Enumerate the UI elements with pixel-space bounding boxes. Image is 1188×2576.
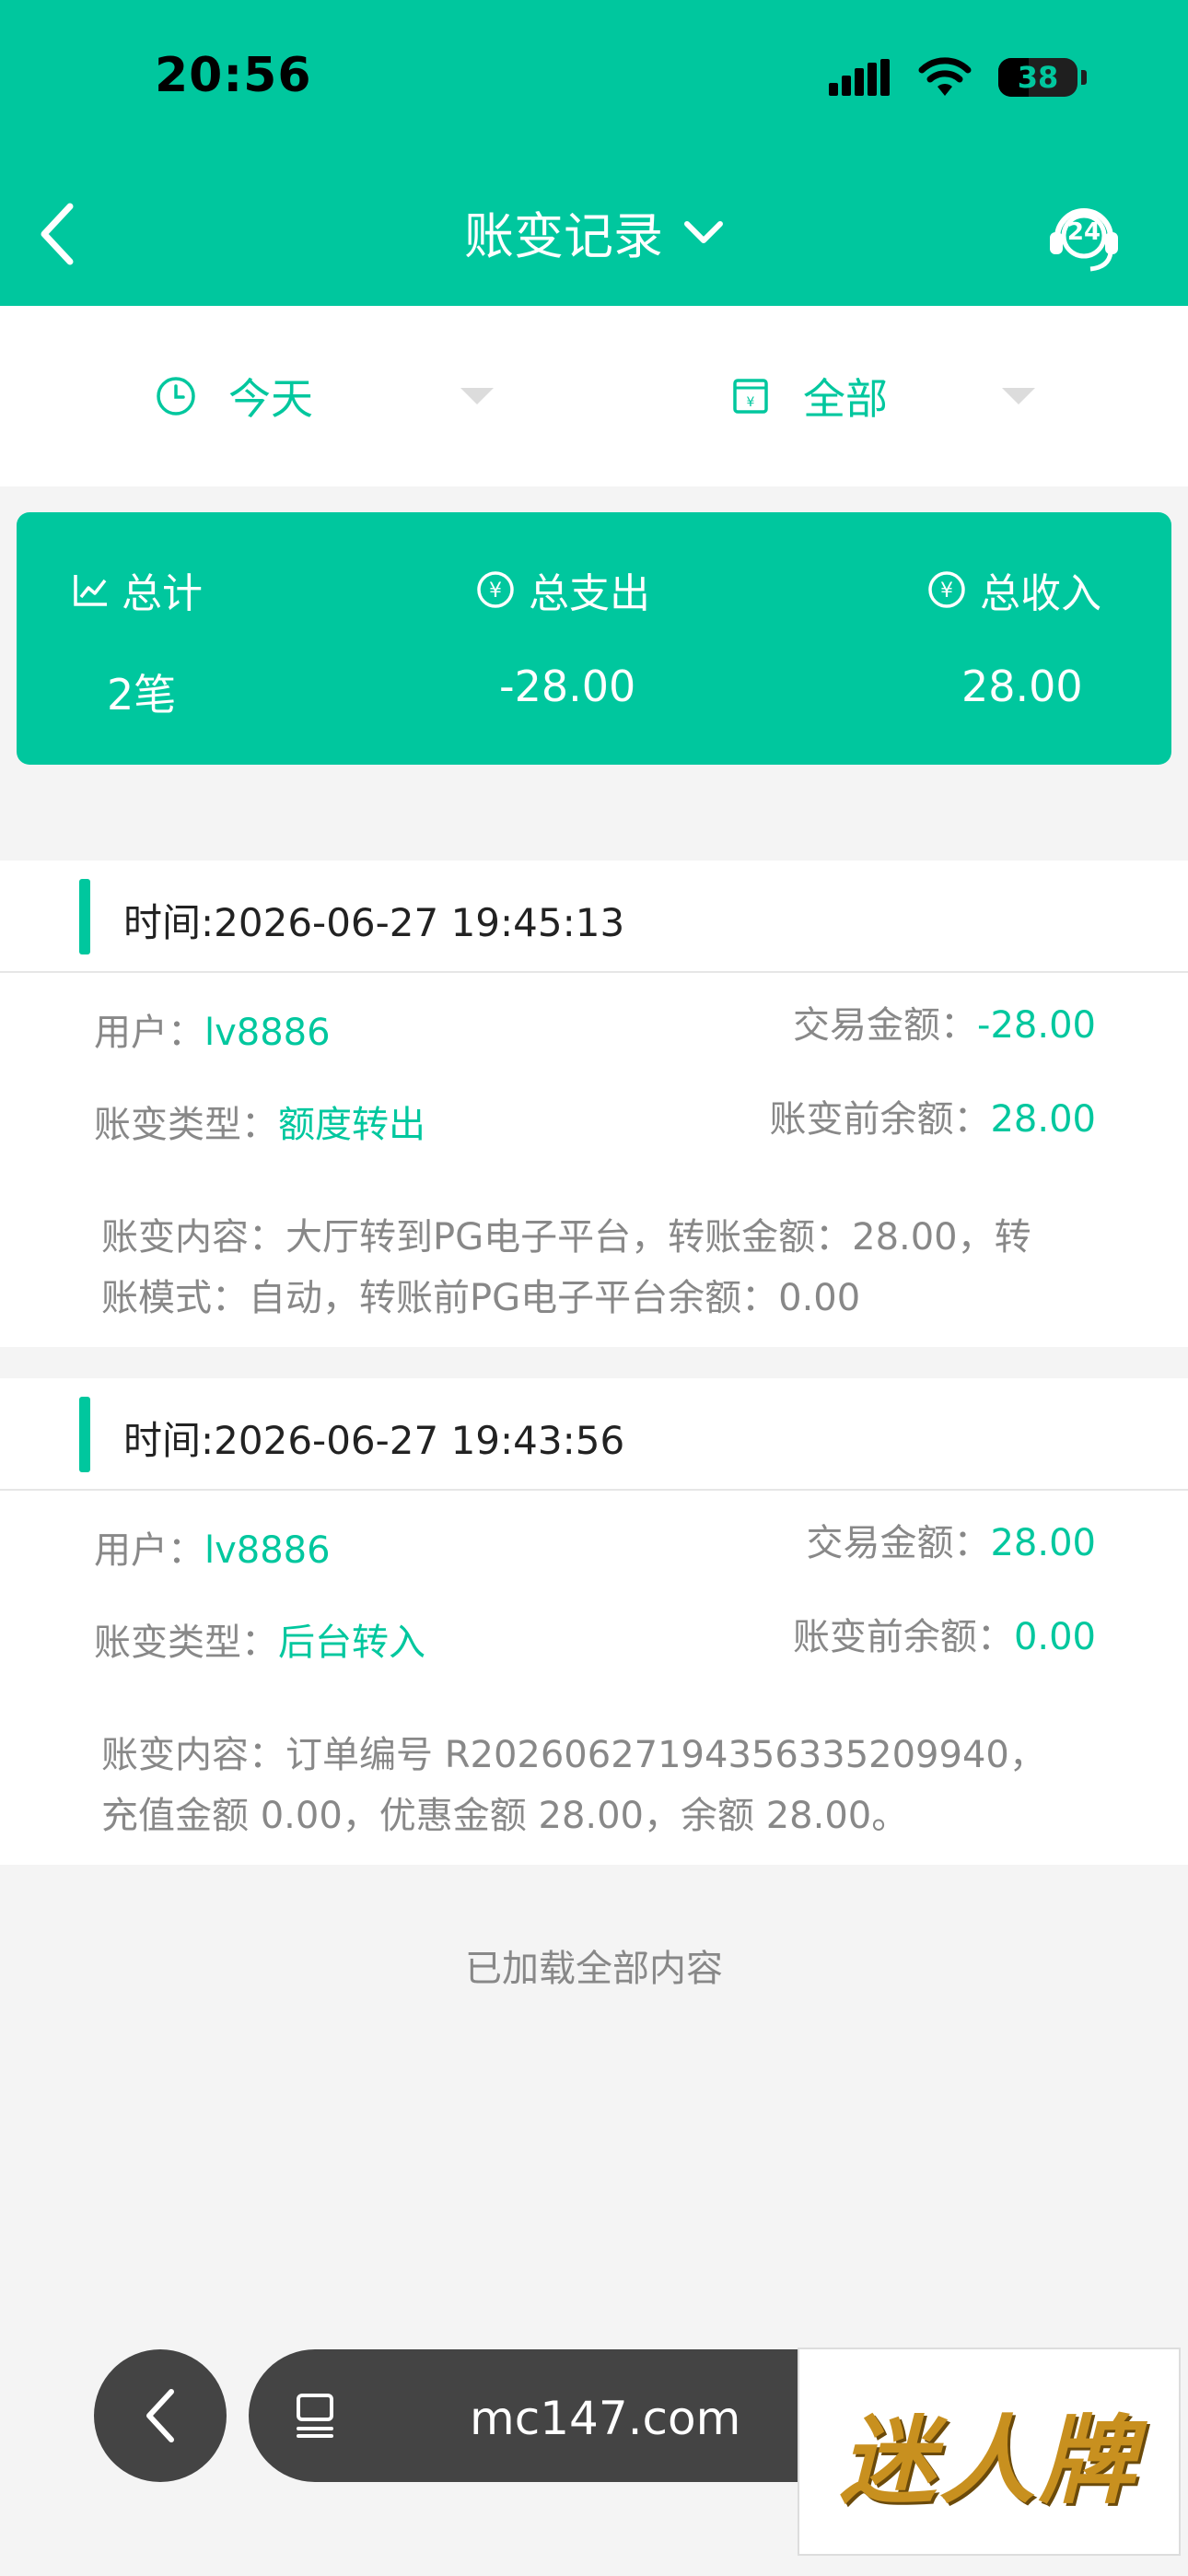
support-badge: 24 [1066, 218, 1101, 246]
browser-url: mc147.com [470, 2392, 741, 2445]
battery-icon: 38 [998, 58, 1077, 97]
customer-service-icon[interactable]: 24 [1044, 195, 1124, 275]
income-label: 总收入 [980, 570, 1101, 617]
type-filter-label: 全部 [803, 374, 888, 424]
record-card: 时间:2026-06-27 19:45:13 用户：lv8886 交易金额：-2… [0, 861, 1188, 1347]
date-filter-label: 今天 [228, 374, 313, 424]
watermark-text: 迷人牌 [839, 2403, 1138, 2517]
summary-card: 总计 2笔 ¥ 总支出 -28.00 ¥ 总收入 28.00 [17, 512, 1171, 765]
status-time: 20:56 [155, 48, 312, 103]
record-balance: 账变前余额：0.00 [792, 1616, 1096, 1658]
record-accent-bar [79, 879, 90, 954]
record-content: 账变内容：大厅转到PG电子平台，转账金额：28.00，转 账模式：自动，转账前P… [101, 1216, 1031, 1319]
type-dropdown-arrow-icon [1002, 388, 1035, 404]
status-icons: 38 [829, 57, 1087, 98]
total-header: 总计 [72, 560, 203, 619]
filter-bar: 今天 ¥ 全部 [0, 306, 1188, 486]
total-label: 总计 [122, 570, 203, 617]
type-filter[interactable]: ¥ 全部 [729, 306, 1035, 486]
record-accent-bar [79, 1397, 90, 1472]
expense-header: ¥ 总支出 [475, 560, 650, 619]
record-type: 账变类型：额度转出 [94, 1104, 425, 1146]
record-type: 账变类型：后台转入 [94, 1622, 425, 1664]
browser-back-button[interactable] [94, 2349, 227, 2482]
tabs-icon[interactable] [293, 2392, 339, 2440]
wallet-icon: ¥ [733, 379, 768, 414]
record-card: 时间:2026-06-27 19:43:56 用户：lv8886 交易金额：28… [0, 1378, 1188, 1865]
record-header: 时间:2026-06-27 19:45:13 [0, 861, 1188, 973]
load-complete-note: 已加载全部内容 [465, 1948, 723, 1990]
record-time: 时间:2026-06-27 19:43:56 [123, 1418, 625, 1463]
page-title: 账变记录 [464, 207, 663, 265]
clock-icon [157, 377, 195, 416]
record-amount: 交易金额：28.00 [806, 1522, 1096, 1564]
income-value: 28.00 [961, 662, 1083, 711]
battery-tip [1081, 70, 1087, 85]
svg-text:¥: ¥ [747, 395, 755, 410]
chevron-down-icon [684, 220, 723, 243]
record-time: 时间:2026-06-27 19:45:13 [123, 900, 625, 945]
yen-coin-icon: ¥ [928, 571, 965, 608]
date-dropdown-arrow-icon [460, 388, 494, 404]
expense-label: 总支出 [529, 570, 650, 617]
svg-text:¥: ¥ [940, 580, 953, 603]
expense-value: -28.00 [499, 662, 636, 711]
date-filter[interactable]: 今天 [155, 306, 494, 486]
battery-level: 38 [1017, 60, 1059, 95]
record-amount: 交易金额：-28.00 [793, 1004, 1096, 1047]
title-dropdown[interactable]: 账变记录 [0, 195, 1188, 268]
total-value: 2笔 [107, 670, 177, 720]
record-balance: 账变前余额：28.00 [769, 1098, 1096, 1141]
record-content: 账变内容：订单编号 R20260627194356335209940， 充值金额… [101, 1734, 1046, 1837]
svg-text:¥: ¥ [489, 580, 502, 603]
chevron-left-icon [146, 2389, 174, 2442]
record-header: 时间:2026-06-27 19:43:56 [0, 1378, 1188, 1491]
signal-icon [829, 59, 890, 96]
record-user: 用户：lv8886 [94, 1529, 331, 1572]
chart-line-icon [74, 575, 107, 606]
record-user: 用户：lv8886 [94, 1012, 331, 1054]
income-header: ¥ 总收入 [926, 560, 1101, 619]
watermark-logo: 迷人牌 [798, 2348, 1181, 2556]
wifi-icon [918, 57, 972, 96]
yen-coin-icon: ¥ [477, 571, 514, 608]
